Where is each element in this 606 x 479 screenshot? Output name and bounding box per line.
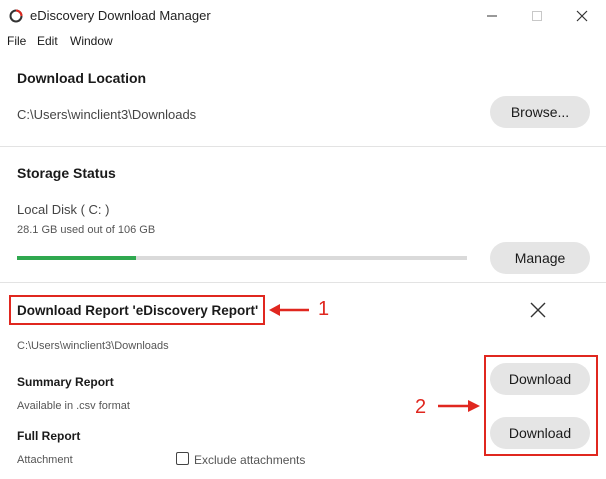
download-location-path: C:\Users\winclient3\Downloads (17, 107, 197, 122)
summary-report-label: Summary Report (17, 375, 114, 389)
close-icon (576, 10, 588, 22)
maximize-button[interactable] (515, 0, 559, 32)
browse-button[interactable]: Browse... (490, 96, 590, 128)
menu-file[interactable]: File (7, 34, 26, 48)
callout-number-1: 1 (318, 298, 330, 320)
exclude-attachments-label: Exclude attachments (194, 453, 306, 467)
callout-arrow-1-icon (269, 304, 309, 316)
title-bar: eDiscovery Download Manager (0, 0, 606, 32)
report-path: C:\Users\winclient3\Downloads (17, 340, 169, 352)
close-report-button[interactable] (516, 294, 560, 326)
minimize-button[interactable] (470, 0, 514, 32)
storage-status-heading: Storage Status (17, 165, 116, 181)
callout-arrow-2-icon (438, 400, 480, 412)
full-report-label: Full Report (17, 429, 81, 443)
section-divider (0, 146, 606, 147)
download-report-heading: Download Report 'eDiscovery Report' (17, 303, 259, 318)
close-window-button[interactable] (560, 0, 604, 32)
window-title: eDiscovery Download Manager (30, 8, 211, 23)
callout-number-2: 2 (415, 396, 427, 418)
manage-button[interactable]: Manage (490, 242, 590, 274)
menu-bar: File Edit Window (0, 32, 606, 52)
download-full-report-button[interactable]: Download (490, 417, 590, 449)
download-location-heading: Download Location (17, 70, 147, 86)
storage-progress-bar (17, 256, 467, 260)
download-summary-button[interactable]: Download (490, 363, 590, 395)
summary-report-format: Available in .csv format (17, 400, 130, 412)
section-divider (0, 282, 606, 283)
app-logo-icon (9, 9, 23, 23)
storage-usage-text: 28.1 GB used out of 106 GB (17, 224, 156, 236)
storage-progress-fill (17, 256, 137, 260)
close-icon (530, 302, 546, 318)
menu-edit[interactable]: Edit (37, 34, 58, 48)
minimize-icon (487, 15, 497, 17)
exclude-attachments-checkbox[interactable] (176, 452, 189, 465)
menu-window[interactable]: Window (70, 34, 113, 48)
local-disk-label: Local Disk ( C: ) (17, 202, 110, 217)
full-report-attachment-label: Attachment (17, 454, 73, 466)
maximize-icon (532, 11, 542, 21)
